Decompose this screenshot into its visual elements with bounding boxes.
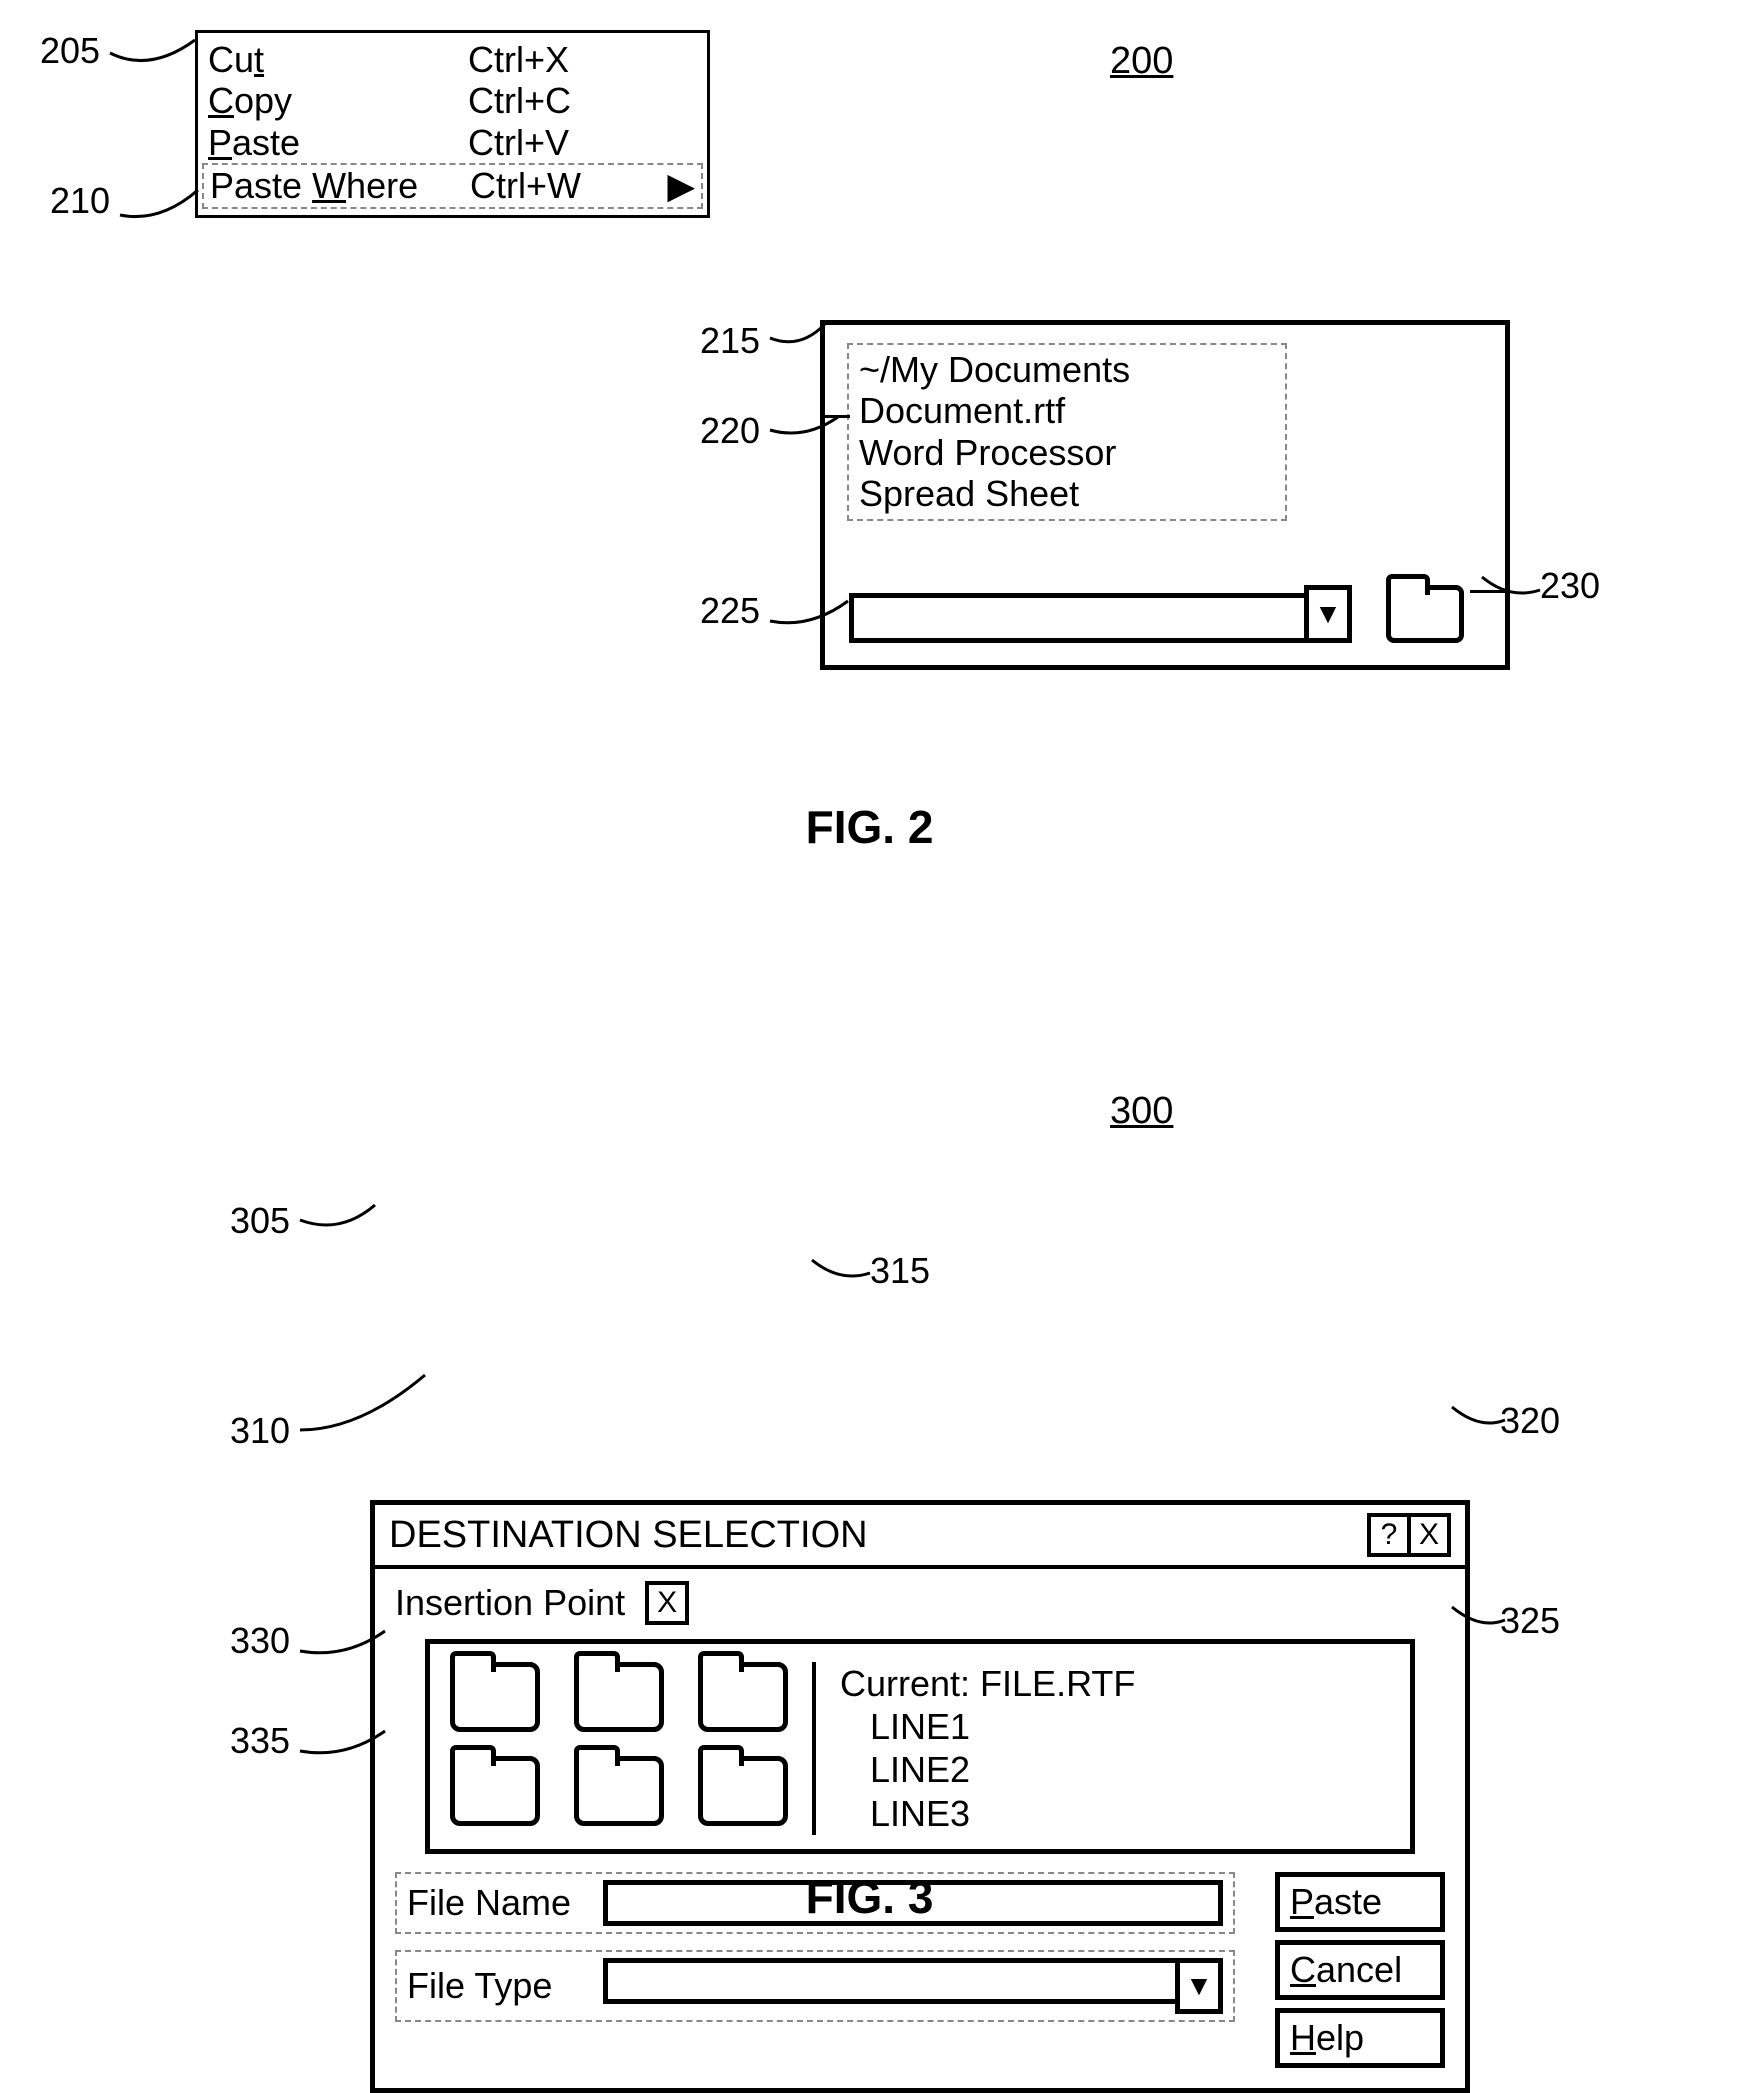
dialog-titlebar: DESTINATION SELECTION ? X <box>375 1505 1465 1569</box>
folder-icon[interactable] <box>574 1662 664 1732</box>
menu-shortcut: Ctrl+W <box>470 165 620 206</box>
context-menu: Cut Ctrl+X Copy Ctrl+C Paste Ctrl+V Past… <box>195 30 710 218</box>
browse-folder-button[interactable] <box>1386 585 1464 643</box>
folder-grid <box>450 1662 788 1835</box>
paste-where-submenu: ~/My Documents Document.rtf Word Process… <box>820 320 1510 670</box>
destination-option[interactable]: ~/My Documents <box>859 349 1275 390</box>
help-button[interactable]: ? <box>1367 1513 1411 1557</box>
figure-number-300: 300 <box>1110 1090 1173 1133</box>
menu-label-underline: C <box>208 80 234 121</box>
submenu-arrow-icon: ▶ <box>667 165 695 206</box>
callout-305: 305 <box>230 1200 290 1242</box>
cancel-button[interactable]: Cancel <box>1275 1940 1445 2000</box>
folder-icon[interactable] <box>698 1756 788 1826</box>
menu-label-text: Cu <box>208 39 254 80</box>
file-type-input[interactable] <box>603 1958 1180 2004</box>
preview-line: LINE1 <box>870 1705 1135 1748</box>
menu-label-text: opy <box>234 80 292 121</box>
current-file-label: Current: FILE.RTF <box>840 1662 1135 1705</box>
callout-210: 210 <box>50 180 110 222</box>
menu-label-underline: W <box>312 165 346 206</box>
chevron-down-icon: ▼ <box>1314 598 1342 630</box>
vertical-separator <box>812 1662 816 1835</box>
folder-icon[interactable] <box>450 1662 540 1732</box>
close-icon: X <box>1419 1518 1439 1552</box>
destination-list-group: ~/My Documents Document.rtf Word Process… <box>847 343 1287 521</box>
destination-selection-dialog: DESTINATION SELECTION ? X Insertion Poin… <box>370 1500 1470 2093</box>
button-underline: H <box>1290 2017 1316 2058</box>
menu-label-underline: t <box>254 39 264 80</box>
callout-215: 215 <box>700 320 760 362</box>
menu-item-copy[interactable]: Copy Ctrl+C <box>208 80 697 121</box>
folder-icon[interactable] <box>698 1662 788 1732</box>
file-browser-panel: Current: FILE.RTF LINE1 LINE2 LINE3 <box>425 1639 1415 1854</box>
callout-310: 310 <box>230 1410 290 1452</box>
file-preview-info: Current: FILE.RTF LINE1 LINE2 LINE3 <box>840 1662 1135 1835</box>
menu-item-paste-where[interactable]: Paste Where Ctrl+W ▶ <box>202 163 703 208</box>
insertion-point-label: Insertion Point <box>395 1582 625 1624</box>
checkbox-mark: X <box>657 1586 677 1620</box>
figure-caption-2: FIG. 2 <box>0 800 1739 854</box>
help-icon: ? <box>1381 1518 1398 1552</box>
callout-335: 335 <box>230 1720 290 1762</box>
menu-item-cut[interactable]: Cut Ctrl+X <box>208 39 697 80</box>
preview-line: LINE3 <box>870 1792 1135 1835</box>
callout-225: 225 <box>700 590 760 632</box>
menu-label-text: Paste <box>210 165 312 206</box>
insertion-point-checkbox[interactable]: X <box>645 1581 689 1625</box>
destination-option[interactable]: Document.rtf <box>859 390 1275 431</box>
menu-shortcut: Ctrl+V <box>468 122 618 163</box>
menu-label-text: aste <box>232 122 300 163</box>
preview-line: LINE2 <box>870 1748 1135 1791</box>
menu-label-underline: P <box>208 122 232 163</box>
figure-number-200: 200 <box>1110 40 1173 83</box>
file-type-field-group: File Type ▼ <box>395 1950 1235 2022</box>
folder-icon[interactable] <box>450 1756 540 1826</box>
button-label: ancel <box>1316 1949 1402 1990</box>
menu-item-paste[interactable]: Paste Ctrl+V <box>208 122 697 163</box>
close-button[interactable]: X <box>1407 1513 1451 1557</box>
file-type-dropdown-button[interactable]: ▼ <box>1175 1958 1223 2014</box>
file-type-label: File Type <box>407 1965 587 2007</box>
destination-option[interactable]: Word Processor <box>859 432 1275 473</box>
button-label: elp <box>1316 2017 1364 2058</box>
menu-label-text: here <box>346 165 418 206</box>
destination-path-input[interactable] <box>849 593 1309 643</box>
callout-220: 220 <box>700 410 760 452</box>
folder-icon[interactable] <box>574 1756 664 1826</box>
destination-option[interactable]: Spread Sheet <box>859 473 1275 514</box>
destination-dropdown-button[interactable]: ▼ <box>1304 585 1352 643</box>
callout-205: 205 <box>40 30 100 72</box>
menu-shortcut: Ctrl+X <box>468 39 618 80</box>
menu-shortcut: Ctrl+C <box>468 80 618 121</box>
figure-caption-3: FIG. 3 <box>0 1870 1739 1924</box>
chevron-down-icon: ▼ <box>1185 1970 1213 2002</box>
button-underline: C <box>1290 1949 1316 1990</box>
callout-330: 330 <box>230 1620 290 1662</box>
dialog-title-text: DESTINATION SELECTION <box>389 1514 868 1557</box>
help-button[interactable]: Help <box>1275 2008 1445 2068</box>
